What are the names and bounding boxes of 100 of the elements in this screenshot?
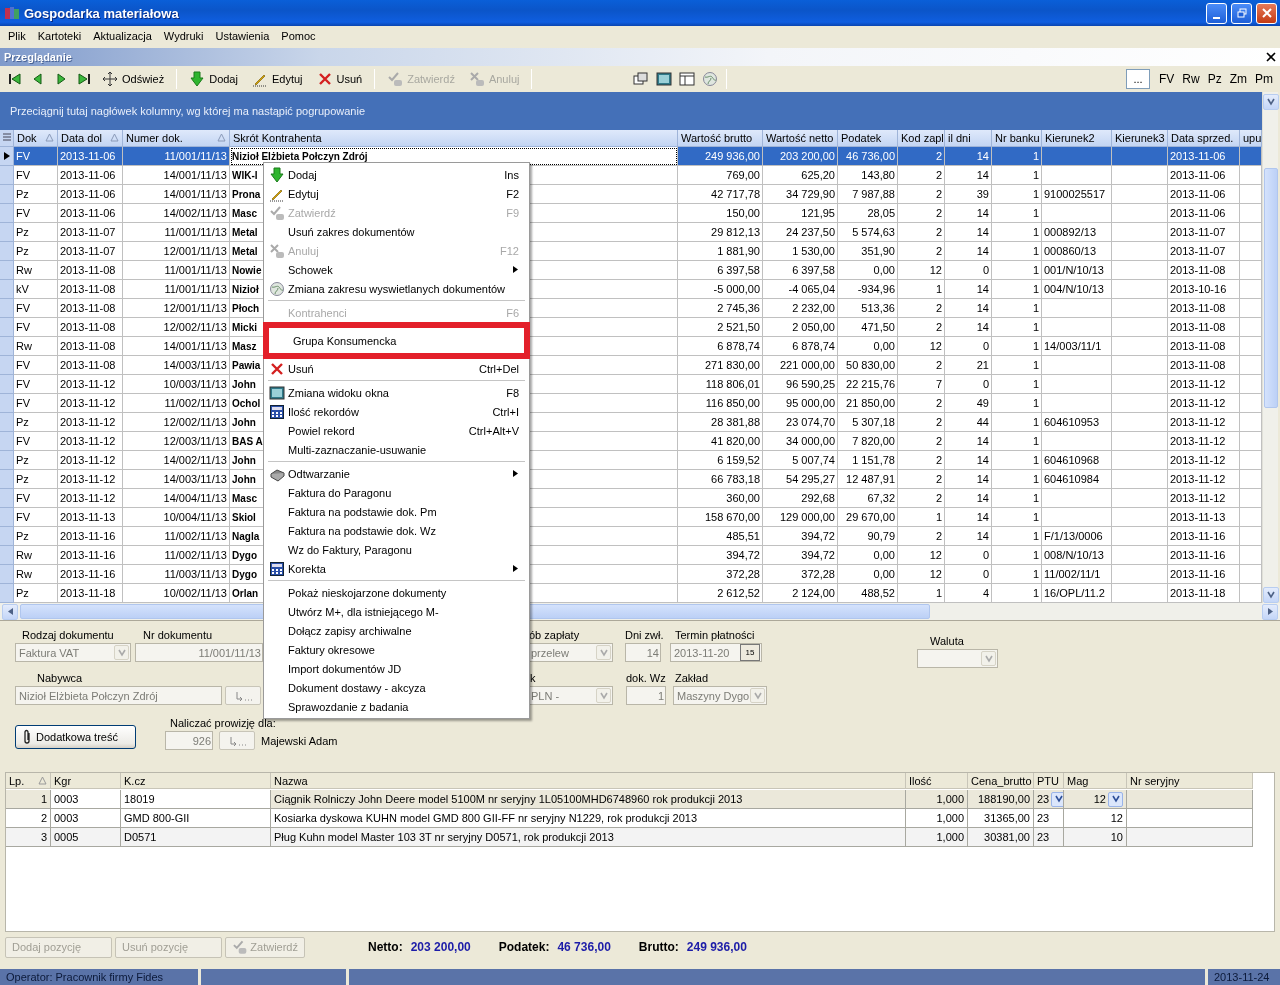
table-cell: 1	[992, 546, 1042, 565]
table-cell: 21	[945, 356, 992, 375]
table-cell: 5 307,18	[838, 413, 898, 432]
table-cell: 2	[898, 413, 945, 432]
table-cell: 2013-11-08	[1168, 299, 1240, 318]
table-cell: 14	[945, 223, 992, 242]
table-cell: 1	[898, 280, 945, 299]
table-cell: 1	[992, 318, 1042, 337]
table-cell: 1	[992, 527, 1042, 546]
table-cell: 2013-11-16	[1168, 565, 1240, 584]
table-cell: 1,000	[906, 809, 968, 828]
table-cell: 1	[992, 223, 1042, 242]
table-cell: 23	[1034, 809, 1064, 828]
field-label: Nr dokumentu	[142, 629, 214, 642]
table-cell: 0003	[51, 790, 121, 809]
table-cell: 143,80	[838, 166, 898, 185]
table-cell: 14	[945, 299, 992, 318]
field-label: Naliczać prowizję dla:	[169, 717, 277, 730]
table-cell: 1 530,00	[763, 242, 838, 261]
table-cell: 2013-11-12	[1168, 451, 1240, 470]
table-cell: 158 670,00	[678, 508, 763, 527]
table-cell: 1	[992, 413, 1042, 432]
table-cell: 14	[945, 489, 992, 508]
table-cell: 7	[898, 375, 945, 394]
table-cell: 12	[1064, 790, 1127, 809]
table-cell: 2013-11-08	[58, 261, 123, 280]
total-value: 249 936,00	[686, 940, 747, 954]
table-cell: 2 050,00	[763, 318, 838, 337]
table-cell: 28,05	[838, 204, 898, 223]
total-label: Brutto:	[638, 940, 679, 954]
table-cell: 41 820,00	[678, 432, 763, 451]
table-cell: 12/001/11/13	[123, 242, 230, 261]
table-cell: 2013-11-12	[58, 375, 123, 394]
table-cell: FV	[14, 394, 58, 413]
table-cell: 14	[945, 432, 992, 451]
table-cell: 203 200,00	[763, 147, 838, 166]
table-cell: 3	[6, 828, 51, 847]
table-cell: 14/003/11/13	[123, 470, 230, 489]
table-cell: 1	[992, 394, 1042, 413]
table-cell: 30381,00	[968, 828, 1034, 847]
table-cell: 90,79	[838, 527, 898, 546]
table-cell: 2013-11-06	[1168, 147, 1240, 166]
total-label: Podatek:	[498, 940, 550, 954]
table-cell: 1	[992, 470, 1042, 489]
table-cell: 0	[945, 375, 992, 394]
table-cell: FV	[14, 318, 58, 337]
table-cell: 513,36	[838, 299, 898, 318]
table-cell: 5 007,74	[763, 451, 838, 470]
table-cell: 2013-11-08	[58, 356, 123, 375]
table-cell: 351,90	[838, 242, 898, 261]
table-cell: 2013-10-16	[1168, 280, 1240, 299]
table-cell: 12/002/11/13	[123, 413, 230, 432]
table-cell: 2013-11-08	[58, 337, 123, 356]
table-cell: Rw	[14, 337, 58, 356]
table-cell: 004/N/10/13	[1042, 280, 1112, 299]
table-cell: Ciągnik Rolniczy John Deere model 5100M nr seryjny 1L05100MHD6748960 rok produkcji 2013	[271, 790, 906, 809]
table-cell: 46 736,00	[838, 147, 898, 166]
table-cell: 23	[1034, 790, 1064, 809]
table-cell: Pz	[14, 185, 58, 204]
table-cell: 14/004/11/13	[123, 489, 230, 508]
total-value: 203 200,00	[410, 940, 471, 954]
total-label: Netto:	[368, 940, 403, 954]
table-cell: 118 806,01	[678, 375, 763, 394]
table-cell: 10/003/11/13	[123, 375, 230, 394]
table-cell: 471,50	[838, 318, 898, 337]
table-cell: 0	[945, 337, 992, 356]
table-cell: 604610953	[1042, 413, 1112, 432]
table-cell: 14	[945, 318, 992, 337]
field-label: Zakład	[674, 672, 710, 685]
table-cell: 2013-11-12	[58, 394, 123, 413]
field-label: ób zapłaty	[528, 629, 581, 642]
table-cell: 2 521,50	[678, 318, 763, 337]
table-cell: 2	[898, 299, 945, 318]
table-cell: 18019	[121, 790, 271, 809]
table-cell: Rw	[14, 261, 58, 280]
table-cell: 12	[898, 261, 945, 280]
table-cell: FV	[14, 166, 58, 185]
table-cell: 769,00	[678, 166, 763, 185]
table-cell: 1	[992, 451, 1042, 470]
table-cell: kV	[14, 280, 58, 299]
table-cell: 485,51	[678, 527, 763, 546]
table-cell: 11/001/11/13	[123, 261, 230, 280]
table-cell: 14/002/11/13	[123, 451, 230, 470]
table-cell: 67,32	[838, 489, 898, 508]
table-cell: Rw	[14, 546, 58, 565]
table-cell: 1	[992, 242, 1042, 261]
table-cell: 0,00	[838, 261, 898, 280]
table-cell: 12 487,91	[838, 470, 898, 489]
table-cell: 2013-11-08	[1168, 356, 1240, 375]
table-cell: 2013-11-08	[58, 299, 123, 318]
table-cell: 12/003/11/13	[123, 432, 230, 451]
table-cell: 2013-11-06	[58, 147, 123, 166]
table-cell: FV	[14, 147, 58, 166]
table-cell: 2013-11-08	[1168, 318, 1240, 337]
window-title: Gospodarka materiałowa	[24, 5, 180, 21]
table-cell: 1	[992, 432, 1042, 451]
table-cell: 000860/13	[1042, 242, 1112, 261]
table-cell: -5 000,00	[678, 280, 763, 299]
table-cell: 2013-11-07	[58, 223, 123, 242]
table-cell: 2	[898, 394, 945, 413]
